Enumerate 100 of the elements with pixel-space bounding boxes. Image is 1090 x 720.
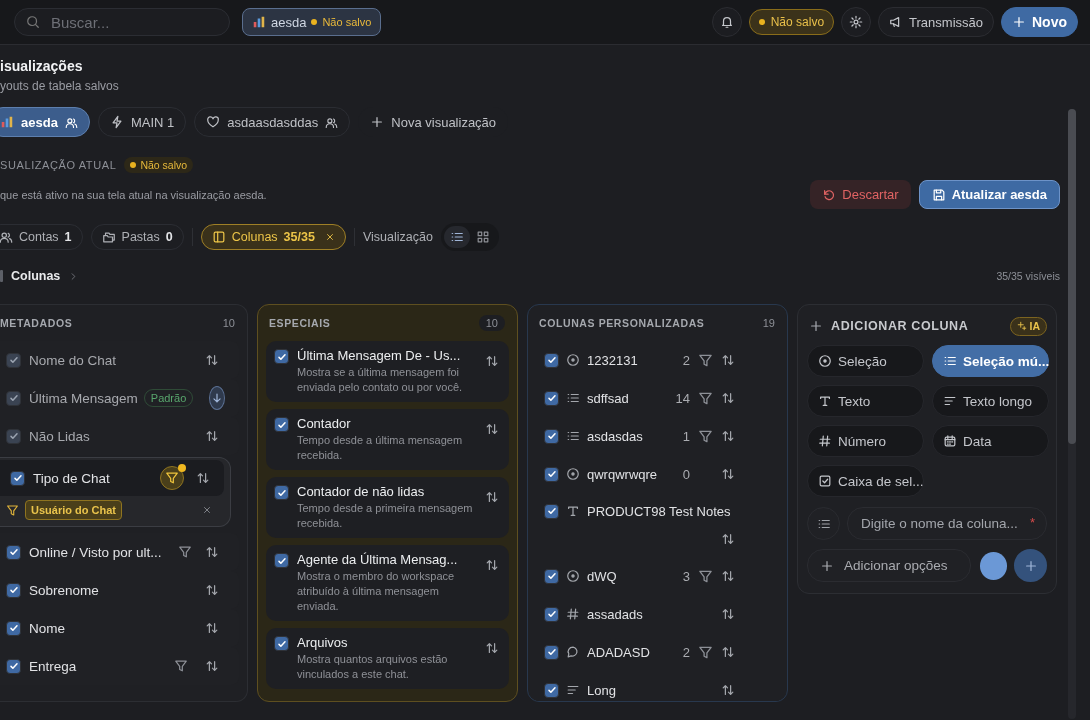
column-type-option[interactable]: Data: [932, 425, 1049, 457]
filter-icon: [6, 503, 19, 517]
sort-icon[interactable]: [205, 621, 219, 635]
bar-chart-icon: [0, 115, 14, 129]
add-options-button[interactable]: Adicionar opções: [807, 549, 971, 582]
list-icon: [449, 230, 464, 244]
text-icon: [566, 504, 580, 518]
checkbox[interactable]: [274, 636, 289, 651]
option-count: 1: [682, 428, 690, 444]
sort-icon[interactable]: [721, 683, 735, 697]
settings-button[interactable]: [841, 7, 872, 37]
option-count: 0: [682, 466, 690, 482]
broadcast-button[interactable]: Transmissão: [878, 7, 994, 37]
checkbox[interactable]: [274, 485, 289, 500]
chip-count: 1: [64, 230, 72, 244]
sort-icon[interactable]: [721, 353, 735, 367]
filter-chip[interactable]: Colunas 35/35: [200, 224, 346, 250]
checkbox[interactable]: [6, 544, 21, 560]
checkbox[interactable]: [10, 470, 25, 486]
sort-icon[interactable]: [205, 545, 219, 559]
notifications-button[interactable]: [711, 7, 742, 37]
update-button[interactable]: Atualizar aesda: [918, 180, 1060, 209]
checkbox[interactable]: [544, 503, 559, 519]
column-name: Tipo de Chat: [33, 470, 110, 486]
sort-icon[interactable]: [205, 659, 219, 673]
sort-icon[interactable]: [205, 583, 219, 597]
sort-icon[interactable]: [721, 429, 735, 443]
view-tab[interactable]: asdaasdasddas: [194, 107, 351, 137]
columns-title: Colunas: [11, 269, 61, 283]
checkbox[interactable]: [274, 349, 289, 364]
checkbox[interactable]: [6, 620, 21, 636]
sort-icon[interactable]: [196, 471, 210, 485]
discard-button[interactable]: Descartar: [810, 180, 911, 209]
checkbox[interactable]: [274, 553, 289, 568]
column-marker: [0, 270, 3, 282]
checkbox[interactable]: [544, 606, 559, 622]
sort-icon[interactable]: [721, 532, 735, 546]
save-icon: [931, 187, 946, 202]
scrollbar[interactable]: [1068, 109, 1076, 719]
filter-icon[interactable]: [698, 644, 713, 660]
checkbox[interactable]: [274, 417, 289, 432]
section-title: isualizações: [0, 57, 84, 75]
grid-icon: [475, 230, 490, 244]
view-tab[interactable]: MAIN 1: [97, 107, 187, 137]
column-type-option[interactable]: Seleção mú...: [932, 345, 1049, 377]
close-icon[interactable]: [324, 232, 335, 242]
checkbox[interactable]: [544, 568, 559, 584]
column-type-option[interactable]: Seleção: [807, 345, 924, 377]
checkbox[interactable]: [6, 582, 21, 598]
radio-circle-icon: [566, 569, 580, 583]
sort-icon[interactable]: [721, 467, 735, 481]
sort-icon[interactable]: [721, 645, 735, 659]
checkbox[interactable]: [544, 682, 559, 698]
check-icon: [7, 584, 20, 596]
sort-icon[interactable]: [485, 641, 499, 655]
search-field[interactable]: Buscar...: [14, 8, 230, 36]
sort-icon[interactable]: [485, 558, 499, 572]
column-type-option[interactable]: Texto longo: [932, 385, 1049, 417]
panel-title: METADADOS: [0, 317, 73, 329]
checkbox[interactable]: [544, 644, 559, 660]
sort-icon[interactable]: [721, 569, 735, 583]
sort-icon[interactable]: [485, 354, 499, 368]
list-view-button[interactable]: [443, 226, 470, 248]
users-icon: [64, 115, 78, 129]
column-name: ADADASD: [587, 644, 650, 660]
filter-icon[interactable]: [698, 390, 713, 406]
list-icon: [566, 391, 580, 405]
column-description: Mostra o membro do workspace atribuído à última mensagem enviada.: [297, 569, 456, 614]
users-icon: [325, 115, 339, 129]
close-icon[interactable]: [202, 505, 212, 515]
column-name: Online / Visto por ult...: [29, 544, 162, 560]
filter-icon[interactable]: [698, 352, 713, 368]
new-button[interactable]: Novo: [1001, 7, 1078, 37]
column-name: qwrqwrwqre: [587, 466, 658, 482]
current-view-chip[interactable]: aesda Não salvo: [242, 8, 382, 36]
sort-icon[interactable]: [485, 422, 499, 436]
type-button[interactable]: [807, 507, 840, 540]
column-type-option[interactable]: Número: [807, 425, 924, 457]
filter-icon[interactable]: [698, 428, 713, 444]
sort-icon[interactable]: [721, 391, 735, 405]
checkbox[interactable]: [544, 352, 559, 368]
filter-button[interactable]: [160, 466, 184, 490]
checkbox[interactable]: [544, 390, 559, 406]
checkbox[interactable]: [544, 428, 559, 444]
status-dot: [130, 162, 137, 168]
ai-button[interactable]: IA: [1009, 316, 1047, 336]
add-button[interactable]: [1014, 549, 1047, 582]
checkbox[interactable]: [6, 658, 21, 674]
column-type-option[interactable]: Texto: [807, 385, 924, 417]
filter-icon[interactable]: [698, 568, 713, 584]
hash-icon: [566, 607, 580, 621]
sort-icon[interactable]: [721, 607, 735, 621]
color-swatch[interactable]: [979, 551, 1008, 580]
plus-icon: [1012, 15, 1026, 29]
column-name: Contador de não lidas: [297, 483, 426, 500]
sort-icon[interactable]: [485, 490, 499, 504]
checkbox[interactable]: [544, 466, 559, 482]
view-tab[interactable]: aesda: [0, 107, 90, 137]
column-type-option[interactable]: Caixa de sel...: [807, 465, 924, 497]
check-icon: [545, 608, 558, 620]
